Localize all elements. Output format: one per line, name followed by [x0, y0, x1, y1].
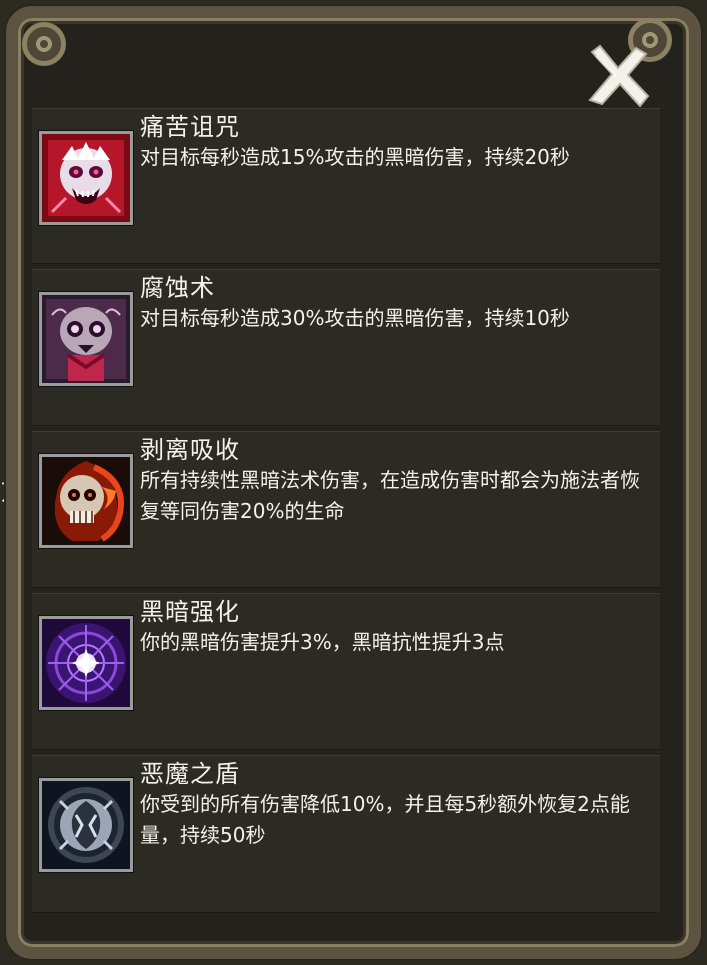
- close-button[interactable]: [582, 44, 654, 110]
- skill-name: 剥离吸收: [140, 436, 240, 464]
- close-x-icon: [588, 44, 650, 108]
- skill-row[interactable]: 腐蚀术 对目标每秒造成30%攻击的黑暗伤害，持续10秒: [32, 269, 660, 426]
- screaming-skull-icon: [42, 134, 130, 222]
- skill-row[interactable]: 黑暗强化 你的黑暗伤害提升3%，黑暗抗性提升3点: [32, 593, 660, 750]
- scroll-ornament-icon: [22, 22, 66, 66]
- skill-icon-frame: [39, 616, 133, 710]
- flaming-skull-icon: [42, 457, 130, 545]
- skill-icon-frame: [39, 131, 133, 225]
- skill-name: 恶魔之盾: [140, 760, 240, 788]
- skill-row[interactable]: 痛苦诅咒 对目标每秒造成15%攻击的黑暗伤害，持续20秒: [32, 108, 660, 264]
- skill-description: 对目标每秒造成15%攻击的黑暗伤害，持续20秒: [140, 145, 570, 169]
- skill-name: 痛苦诅咒: [140, 113, 240, 141]
- skill-icon-frame: [39, 454, 133, 548]
- skill-row[interactable]: 恶魔之盾 你受到的所有伤害降低10%，并且每5秒额外恢复2点能量，持续50秒: [32, 755, 660, 913]
- skill-icon-frame: [39, 292, 133, 386]
- skill-description: 你的黑暗伤害提升3%，黑暗抗性提升3点: [140, 630, 505, 654]
- skill-icon-frame: [39, 778, 133, 872]
- skill-name: 腐蚀术: [140, 274, 215, 302]
- skill-name: 黑暗强化: [140, 598, 240, 626]
- skill-description: 对目标每秒造成30%攻击的黑暗伤害，持续10秒: [140, 306, 570, 330]
- demon-shield-icon: [42, 781, 130, 869]
- skill-list: 痛苦诅咒 对目标每秒造成15%攻击的黑暗伤害，持续20秒 腐蚀术 对目标每秒造成…: [32, 108, 660, 918]
- corrupted-skull-icon: [42, 295, 130, 383]
- skill-description: 所有持续性黑暗法术伤害，在造成伤害时都会为施法者恢复等同伤害20%的生命: [140, 468, 640, 523]
- skill-description: 你受到的所有伤害降低10%，并且每5秒额外恢复2点能量，持续50秒: [140, 792, 630, 847]
- dark-vortex-icon: [42, 619, 130, 707]
- skill-row[interactable]: 剥离吸收 所有持续性黑暗法术伤害，在造成伤害时都会为施法者恢复等同伤害20%的生…: [32, 431, 660, 588]
